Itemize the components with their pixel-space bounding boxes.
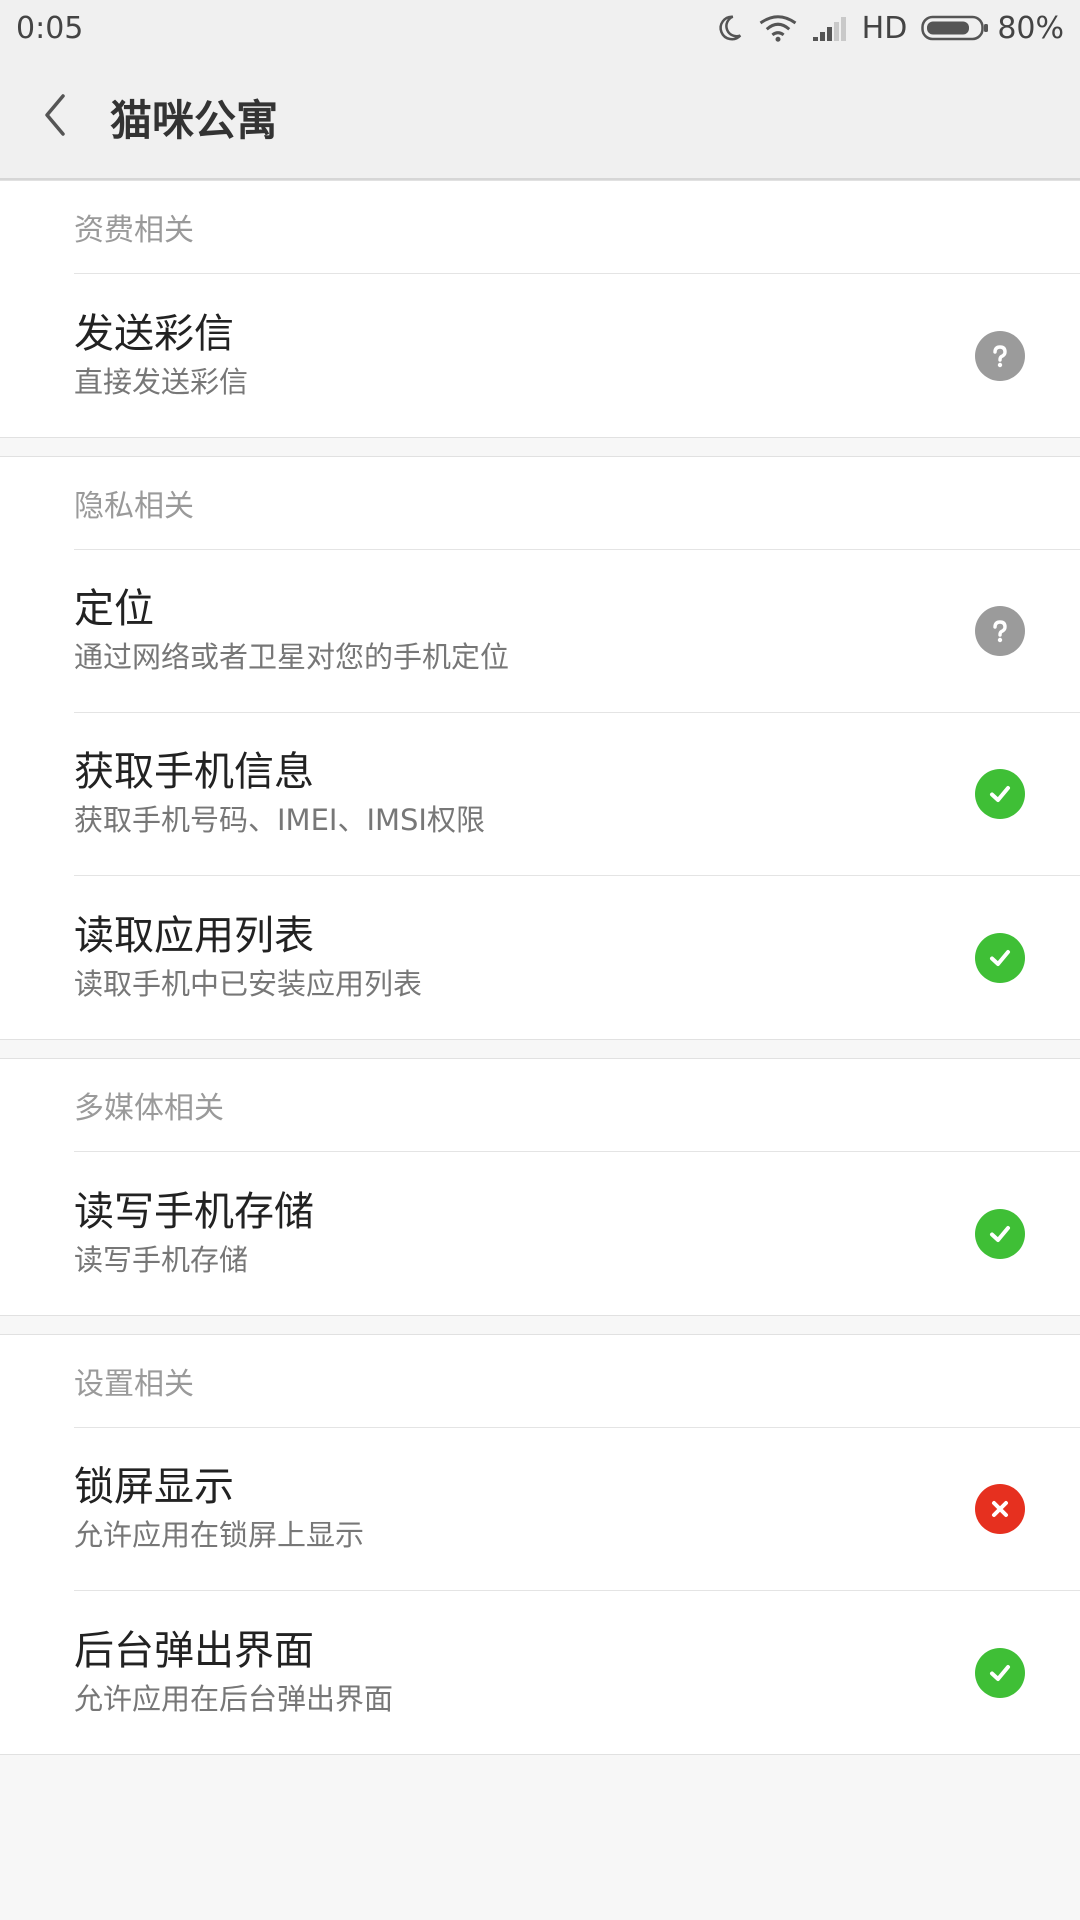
permission-title: 锁屏显示	[74, 1464, 234, 1510]
permission-text: 读写手机存储 读写手机存储	[74, 1186, 975, 1282]
signal-icon	[812, 13, 848, 43]
permission-description: 直接发送彩信	[74, 364, 249, 399]
permission-description: 读写手机存储	[74, 1242, 249, 1277]
permission-item[interactable]: 后台弹出界面允许应用在后台弹出界面	[74, 1591, 1080, 1754]
permission-item[interactable]: 锁屏显示允许应用在锁屏上显示	[74, 1428, 1080, 1591]
check-icon[interactable]	[975, 932, 1025, 983]
status-time: 0:05	[16, 10, 84, 46]
permission-description: 允许应用在锁屏上显示	[74, 1518, 365, 1552]
check-icon[interactable]	[975, 1208, 1025, 1259]
permission-section: 资费相关发送彩信直接发送彩信	[0, 180, 1080, 438]
check-icon[interactable]	[975, 769, 1025, 819]
permission-description: 读取手机中已安装应用列表	[74, 966, 423, 1001]
permission-title: 获取手机信息	[74, 749, 314, 795]
section-header: 隐私相关	[74, 457, 1080, 550]
wifi-icon	[758, 13, 798, 43]
permission-title: 定位	[74, 586, 154, 632]
permission-description: 通过网络或者卫星对您的手机定位	[74, 640, 510, 674]
permission-item[interactable]: 获取手机信息获取手机号码、IMEI、IMSI权限	[74, 713, 1080, 876]
status-icons: HD 80%	[714, 11, 1064, 46]
back-arrow-icon	[39, 90, 71, 144]
back-button[interactable]	[0, 55, 110, 179]
permission-text: 发送彩信直接发送彩信	[74, 308, 975, 404]
permission-item[interactable]: 读取应用列表读取手机中已安装应用列表	[74, 876, 1080, 1039]
cross-icon[interactable]	[975, 1484, 1025, 1534]
status-bar: 0:05 HD 80%	[0, 0, 1080, 56]
permission-title: 发送彩信	[74, 310, 234, 357]
permission-title: 读写手机存储	[74, 1188, 314, 1235]
permission-item[interactable]: 读写手机存储 读写手机存储	[74, 1152, 1080, 1315]
permission-list: 资费相关发送彩信直接发送彩信隐私相关定位通过网络或者卫星对您的手机定位获取手机信…	[0, 180, 1080, 1755]
permission-description: 允许应用在后台弹出界面	[74, 1681, 394, 1716]
permission-section: 隐私相关定位通过网络或者卫星对您的手机定位获取手机信息获取手机号码、IMEI、I…	[0, 456, 1080, 1040]
battery-indicator: 80%	[921, 11, 1064, 46]
permission-text: 定位通过网络或者卫星对您的手机定位	[74, 583, 975, 679]
permission-description: 获取手机号码、IMEI、IMSI权限	[74, 803, 485, 837]
permission-item[interactable]: 发送彩信直接发送彩信	[74, 274, 1080, 437]
permission-title: 读取应用列表	[74, 912, 314, 959]
section-header: 资费相关	[74, 181, 1080, 274]
question-icon[interactable]	[975, 330, 1025, 381]
battery-icon	[921, 15, 989, 41]
battery-percent: 80%	[997, 10, 1064, 46]
page-title: 猫咪公寓	[110, 95, 279, 145]
question-icon[interactable]	[975, 606, 1025, 656]
permission-text: 获取手机信息获取手机号码、IMEI、IMSI权限	[74, 746, 975, 842]
permission-item[interactable]: 定位通过网络或者卫星对您的手机定位	[74, 550, 1080, 713]
section-header: 设置相关	[74, 1335, 1080, 1428]
permission-section: 设置相关锁屏显示允许应用在锁屏上显示后台弹出界面允许应用在后台弹出界面	[0, 1334, 1080, 1755]
check-icon[interactable]	[975, 1647, 1025, 1698]
moon-icon	[714, 13, 744, 43]
permission-title: 后台弹出界面	[74, 1627, 314, 1674]
permission-text: 后台弹出界面允许应用在后台弹出界面	[74, 1625, 975, 1721]
permission-text: 读取应用列表读取手机中已安装应用列表	[74, 910, 975, 1006]
permission-text: 锁屏显示允许应用在锁屏上显示	[74, 1461, 975, 1557]
network-label: HD	[861, 10, 908, 46]
section-header: 多媒体相关	[74, 1059, 1080, 1152]
app-bar: 猫咪公寓	[0, 56, 1080, 180]
permission-section: 多媒体相关 读写手机存储 读写手机存储	[0, 1058, 1080, 1316]
